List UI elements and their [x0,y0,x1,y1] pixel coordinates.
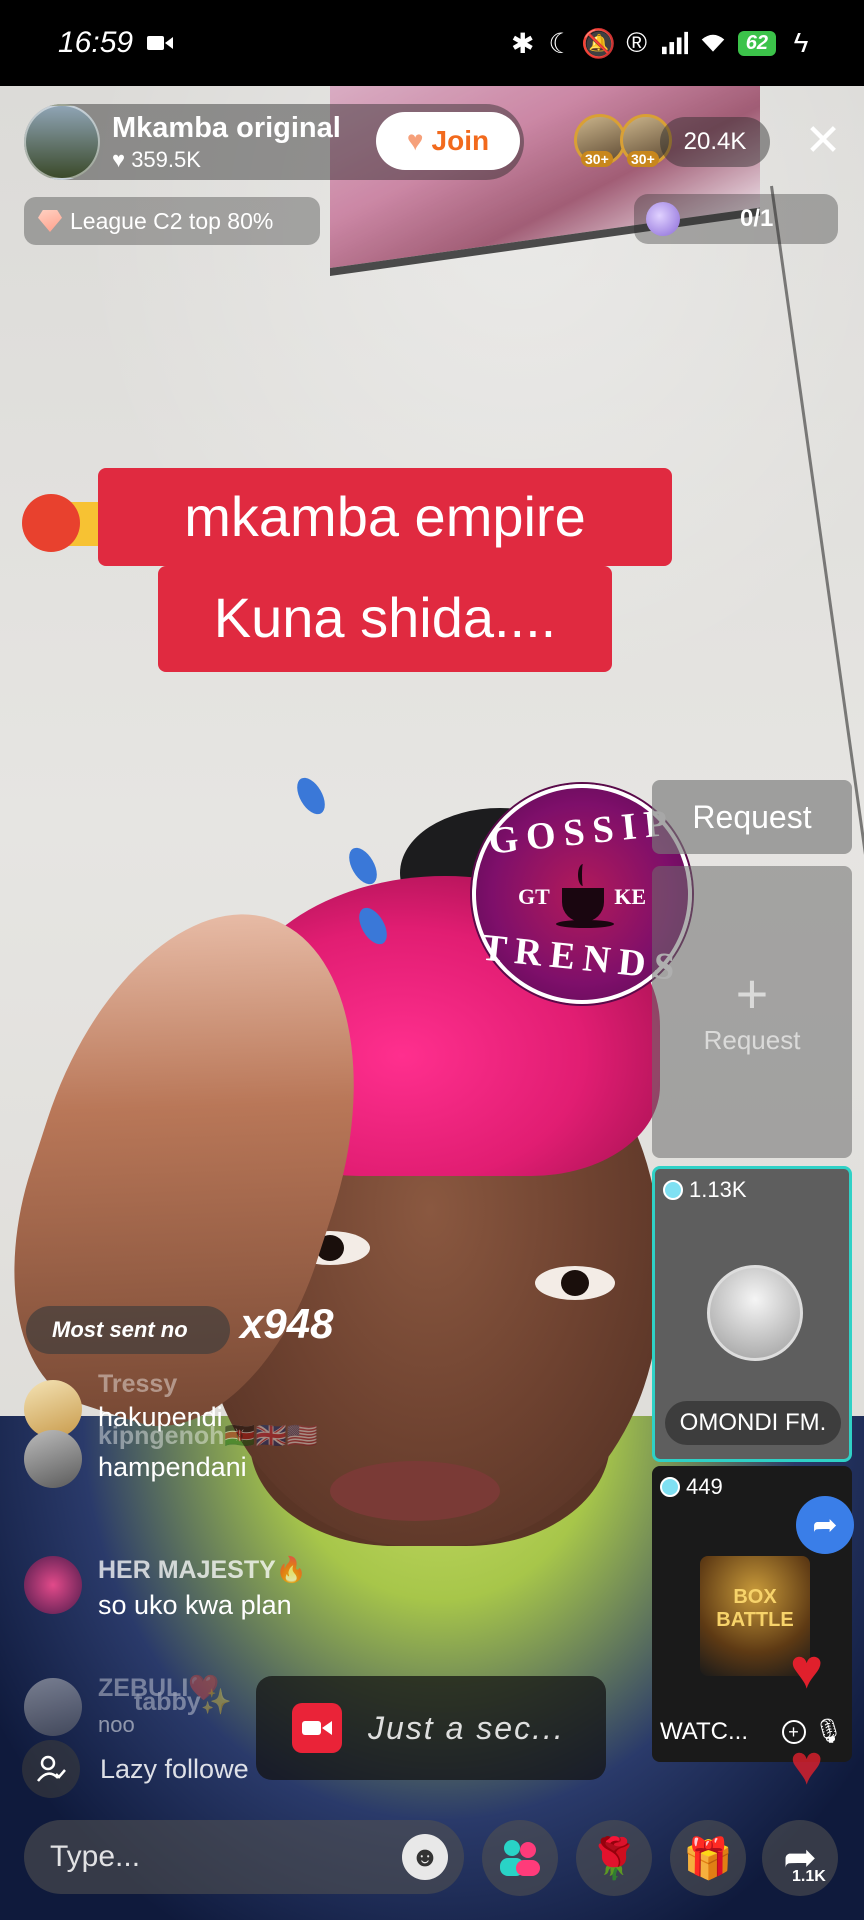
registered-icon: ® [626,27,648,58]
video-recording-icon [147,30,174,56]
heart-plus-icon: ♥ [406,125,424,156]
guest-name: WATC... [660,1717,748,1745]
chat-avatar[interactable] [24,1556,82,1614]
cup-body [562,888,604,922]
user-check-icon [22,1740,80,1798]
gift-box-icon[interactable]: 🎁 [670,1820,746,1896]
guest-score-value: 1.13K [689,1177,747,1202]
logo-right-text: KE [614,884,646,909]
close-icon[interactable]: ✕ [800,118,846,164]
share-arrow-icon[interactable]: ➦ [796,1496,854,1554]
plus-icon: + [735,961,769,1025]
chat-text: noo [98,1712,135,1737]
chat-username: HER MAJESTY🔥 [98,1556,307,1584]
silent-bell-icon: 🔕 [581,27,617,59]
status-bar: 16:59 ✱ ☾ 🔕 ® 62 ϟ [0,0,864,86]
join-label: Join [431,125,490,156]
request-slot-label: Request [703,1024,801,1055]
emoji-icon[interactable]: ☻ [402,1834,448,1880]
signal-icon [661,30,688,56]
follow-hint[interactable]: Lazy followe [22,1740,249,1798]
streamer-lips [330,1461,500,1521]
chat-username: Tressy [98,1370,178,1398]
floating-heart-icon: ♥ [790,1733,824,1796]
diamond-badge-icon [660,1477,680,1497]
sticker-apple [22,494,80,552]
chat-text: so uko kwa plan [98,1590,292,1620]
request-slot[interactable]: + Request [652,866,852,1158]
battery-level: 62 [737,30,776,56]
rose-gift-icon[interactable]: 🌹 [576,1820,652,1896]
floating-heart-icon: ♥ [790,1637,824,1700]
league-badge[interactable]: League C2 top 80% [24,197,320,245]
guest-score: 1.13K [663,1177,747,1203]
guest-card-1[interactable]: 1.13K OMONDI FM. [652,1166,852,1462]
comment-placeholder: Type... [50,1840,141,1873]
multi-guest-icon[interactable] [482,1820,558,1896]
comment-input[interactable]: Type... [24,1820,464,1894]
chat-username: kipngenoh🇰🇪🇬🇧🇺🇸 [98,1422,318,1450]
charging-bolt-icon: ϟ [793,27,809,58]
logo-left-text: GT [518,884,550,909]
join-button[interactable]: ♥ Join [376,112,520,170]
poster-text: BOX BATTLE [716,1586,794,1631]
host-text: Mkamba original ♥ 359.5K [112,112,341,173]
wifi-icon [700,30,726,56]
do-not-disturb-moon-icon: ☾ [548,27,574,59]
viewer-avatar[interactable]: 30+ [574,114,626,167]
caption-line-2: Kuna shida.... [158,566,612,672]
viewer-level-badge: 30+ [581,151,613,167]
cup-steam [578,864,588,886]
chat-username: tabby✨ [134,1688,232,1716]
host-avatar[interactable] [24,104,100,180]
status-left: 16:59 [58,26,174,60]
host-name: Mkamba original [112,111,341,144]
clock: 16:59 [58,26,134,59]
viewer-count[interactable]: 20.4K [660,117,770,167]
match-score[interactable]: 0/1 [634,194,838,244]
gift-streak-count: x948 [240,1300,334,1347]
status-right: ✱ ☾ 🔕 ® 62 ϟ [510,27,814,59]
toast-text: Just a sec... [368,1709,565,1746]
request-button[interactable]: Request [652,780,852,854]
guest-score-value: 449 [686,1474,723,1499]
bluetooth-icon: ✱ [511,27,535,59]
loading-toast: Just a sec... [256,1676,606,1780]
score-value: 0/1 [740,205,774,232]
diamond-icon [38,210,62,232]
chat-text: hampendani [98,1452,247,1482]
coffee-cup-icon [556,864,616,928]
league-label: League C2 top 80% [70,207,274,234]
guest-score: 449 [660,1474,723,1500]
chat-avatar[interactable] [24,1430,82,1488]
host-likes-count: 359.5K [131,146,201,172]
mascot-icon [646,202,680,236]
diamond-badge-icon [663,1180,683,1200]
cup-saucer [556,920,614,928]
apple-mascot-sticker [18,490,102,560]
nail [343,843,383,889]
follow-hint-text: Lazy followe [100,1753,249,1784]
caption-line-1: mkamba empire [98,468,672,566]
heart-icon: ♥ [112,146,126,172]
guest-avatar[interactable] [707,1265,803,1361]
viewer-level-badge: 30+ [627,151,659,167]
streamer-right-eye [535,1266,615,1300]
top-viewers[interactable]: 30+ 30+ [574,114,672,167]
video-camera-icon [292,1703,342,1753]
gift-streak-label: Most sent no [26,1306,230,1354]
guest-name: OMONDI FM. [665,1401,841,1445]
share-count: 1.1K [792,1868,826,1885]
host-likes: ♥ 359.5K [112,147,341,173]
chat-avatar[interactable] [24,1678,82,1736]
